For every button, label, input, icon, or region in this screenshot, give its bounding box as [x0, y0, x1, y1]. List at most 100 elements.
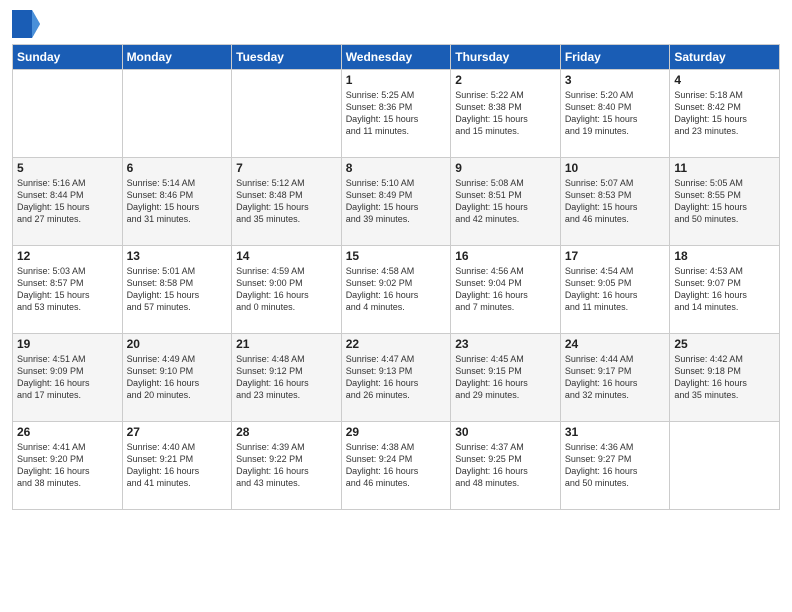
calendar-table: SundayMondayTuesdayWednesdayThursdayFrid… — [12, 44, 780, 510]
calendar-cell: 16 Sunrise: 4:56 AM Sunset: 9:04 PM Dayli… — [451, 246, 561, 334]
day-number: 29 — [346, 425, 447, 439]
calendar-cell: 30 Sunrise: 4:37 AM Sunset: 9:25 PM Dayli… — [451, 422, 561, 510]
day-info: Sunrise: 5:07 AM Sunset: 8:53 PM Dayligh… — [565, 177, 666, 226]
calendar-cell: 9 Sunrise: 5:08 AM Sunset: 8:51 PM Daylig… — [451, 158, 561, 246]
day-info: Sunrise: 5:22 AM Sunset: 8:38 PM Dayligh… — [455, 89, 556, 138]
calendar-cell: 26 Sunrise: 4:41 AM Sunset: 9:20 PM Dayli… — [13, 422, 123, 510]
day-info: Sunrise: 5:25 AM Sunset: 8:36 PM Dayligh… — [346, 89, 447, 138]
calendar-cell: 6 Sunrise: 5:14 AM Sunset: 8:46 PM Daylig… — [122, 158, 232, 246]
day-number: 13 — [127, 249, 228, 263]
day-number: 16 — [455, 249, 556, 263]
calendar-cell: 18 Sunrise: 4:53 AM Sunset: 9:07 PM Dayli… — [670, 246, 780, 334]
day-info: Sunrise: 4:37 AM Sunset: 9:25 PM Dayligh… — [455, 441, 556, 490]
calendar-cell: 12 Sunrise: 5:03 AM Sunset: 8:57 PM Dayli… — [13, 246, 123, 334]
weekday-thursday: Thursday — [451, 45, 561, 70]
day-info: Sunrise: 5:01 AM Sunset: 8:58 PM Dayligh… — [127, 265, 228, 314]
calendar-cell: 22 Sunrise: 4:47 AM Sunset: 9:13 PM Dayli… — [341, 334, 451, 422]
day-number: 2 — [455, 73, 556, 87]
day-number: 26 — [17, 425, 118, 439]
day-info: Sunrise: 5:20 AM Sunset: 8:40 PM Dayligh… — [565, 89, 666, 138]
day-info: Sunrise: 4:47 AM Sunset: 9:13 PM Dayligh… — [346, 353, 447, 402]
day-number: 9 — [455, 161, 556, 175]
calendar-cell: 25 Sunrise: 4:42 AM Sunset: 9:18 PM Dayli… — [670, 334, 780, 422]
day-info: Sunrise: 5:16 AM Sunset: 8:44 PM Dayligh… — [17, 177, 118, 226]
calendar-cell: 15 Sunrise: 4:58 AM Sunset: 9:02 PM Dayli… — [341, 246, 451, 334]
day-number: 25 — [674, 337, 775, 351]
calendar-cell: 31Sunrise: 4:36 AM Sunset: 9:27 PM Dayli… — [560, 422, 670, 510]
calendar-cell: 20 Sunrise: 4:49 AM Sunset: 9:10 PM Dayli… — [122, 334, 232, 422]
day-info: Sunrise: 4:45 AM Sunset: 9:15 PM Dayligh… — [455, 353, 556, 402]
day-number: 22 — [346, 337, 447, 351]
day-number: 17 — [565, 249, 666, 263]
day-info: Sunrise: 5:05 AM Sunset: 8:55 PM Dayligh… — [674, 177, 775, 226]
day-info: Sunrise: 5:10 AM Sunset: 8:49 PM Dayligh… — [346, 177, 447, 226]
day-info: Sunrise: 4:58 AM Sunset: 9:02 PM Dayligh… — [346, 265, 447, 314]
calendar-cell — [13, 70, 123, 158]
calendar-cell: 4Sunrise: 5:18 AM Sunset: 8:42 PM Daylig… — [670, 70, 780, 158]
day-info: Sunrise: 4:38 AM Sunset: 9:24 PM Dayligh… — [346, 441, 447, 490]
weekday-sunday: Sunday — [13, 45, 123, 70]
calendar-cell: 17 Sunrise: 4:54 AM Sunset: 9:05 PM Dayli… — [560, 246, 670, 334]
weekday-saturday: Saturday — [670, 45, 780, 70]
day-number: 5 — [17, 161, 118, 175]
day-number: 24 — [565, 337, 666, 351]
day-number: 28 — [236, 425, 337, 439]
day-info: Sunrise: 4:53 AM Sunset: 9:07 PM Dayligh… — [674, 265, 775, 314]
day-info: Sunrise: 5:14 AM Sunset: 8:46 PM Dayligh… — [127, 177, 228, 226]
day-number: 6 — [127, 161, 228, 175]
day-number: 20 — [127, 337, 228, 351]
day-number: 10 — [565, 161, 666, 175]
calendar-cell: 7Sunrise: 5:12 AM Sunset: 8:48 PM Daylig… — [232, 158, 342, 246]
logo-icon — [12, 10, 40, 38]
day-number: 31 — [565, 425, 666, 439]
calendar-cell: 10 Sunrise: 5:07 AM Sunset: 8:53 PM Dayli… — [560, 158, 670, 246]
calendar-cell: 21 Sunrise: 4:48 AM Sunset: 9:12 PM Dayli… — [232, 334, 342, 422]
calendar-week-3: 12 Sunrise: 5:03 AM Sunset: 8:57 PM Dayli… — [13, 246, 780, 334]
day-number: 11 — [674, 161, 775, 175]
day-number: 15 — [346, 249, 447, 263]
day-number: 30 — [455, 425, 556, 439]
logo — [12, 10, 44, 38]
page: SundayMondayTuesdayWednesdayThursdayFrid… — [0, 0, 792, 612]
day-info: Sunrise: 4:59 AM Sunset: 9:00 PM Dayligh… — [236, 265, 337, 314]
day-info: Sunrise: 4:51 AM Sunset: 9:09 PM Dayligh… — [17, 353, 118, 402]
day-number: 4 — [674, 73, 775, 87]
day-info: Sunrise: 4:49 AM Sunset: 9:10 PM Dayligh… — [127, 353, 228, 402]
calendar-cell — [232, 70, 342, 158]
weekday-tuesday: Tuesday — [232, 45, 342, 70]
day-number: 27 — [127, 425, 228, 439]
day-info: Sunrise: 4:41 AM Sunset: 9:20 PM Dayligh… — [17, 441, 118, 490]
day-info: Sunrise: 5:03 AM Sunset: 8:57 PM Dayligh… — [17, 265, 118, 314]
day-number: 12 — [17, 249, 118, 263]
calendar-cell: 1Sunrise: 5:25 AM Sunset: 8:36 PM Daylig… — [341, 70, 451, 158]
calendar-cell: 2 Sunrise: 5:22 AM Sunset: 8:38 PM Daylig… — [451, 70, 561, 158]
day-info: Sunrise: 4:39 AM Sunset: 9:22 PM Dayligh… — [236, 441, 337, 490]
day-info: Sunrise: 5:08 AM Sunset: 8:51 PM Dayligh… — [455, 177, 556, 226]
calendar-cell: 24Sunrise: 4:44 AM Sunset: 9:17 PM Dayli… — [560, 334, 670, 422]
calendar-cell: 13 Sunrise: 5:01 AM Sunset: 8:58 PM Dayli… — [122, 246, 232, 334]
day-info: Sunrise: 4:40 AM Sunset: 9:21 PM Dayligh… — [127, 441, 228, 490]
day-number: 8 — [346, 161, 447, 175]
day-number: 14 — [236, 249, 337, 263]
weekday-header-row: SundayMondayTuesdayWednesdayThursdayFrid… — [13, 45, 780, 70]
day-info: Sunrise: 4:48 AM Sunset: 9:12 PM Dayligh… — [236, 353, 337, 402]
weekday-monday: Monday — [122, 45, 232, 70]
day-info: Sunrise: 5:12 AM Sunset: 8:48 PM Dayligh… — [236, 177, 337, 226]
calendar-cell: 19 Sunrise: 4:51 AM Sunset: 9:09 PM Dayli… — [13, 334, 123, 422]
calendar-cell — [122, 70, 232, 158]
calendar-cell: 27 Sunrise: 4:40 AM Sunset: 9:21 PM Dayli… — [122, 422, 232, 510]
calendar-week-4: 19 Sunrise: 4:51 AM Sunset: 9:09 PM Dayli… — [13, 334, 780, 422]
day-info: Sunrise: 4:54 AM Sunset: 9:05 PM Dayligh… — [565, 265, 666, 314]
calendar-cell: 5 Sunrise: 5:16 AM Sunset: 8:44 PM Daylig… — [13, 158, 123, 246]
weekday-friday: Friday — [560, 45, 670, 70]
day-info: Sunrise: 4:56 AM Sunset: 9:04 PM Dayligh… — [455, 265, 556, 314]
calendar-cell: 14 Sunrise: 4:59 AM Sunset: 9:00 PM Dayli… — [232, 246, 342, 334]
calendar-cell: 28 Sunrise: 4:39 AM Sunset: 9:22 PM Dayli… — [232, 422, 342, 510]
day-number: 19 — [17, 337, 118, 351]
day-info: Sunrise: 4:42 AM Sunset: 9:18 PM Dayligh… — [674, 353, 775, 402]
day-number: 18 — [674, 249, 775, 263]
calendar-week-1: 1Sunrise: 5:25 AM Sunset: 8:36 PM Daylig… — [13, 70, 780, 158]
day-number: 21 — [236, 337, 337, 351]
calendar-cell — [670, 422, 780, 510]
calendar-cell: 23Sunrise: 4:45 AM Sunset: 9:15 PM Dayli… — [451, 334, 561, 422]
